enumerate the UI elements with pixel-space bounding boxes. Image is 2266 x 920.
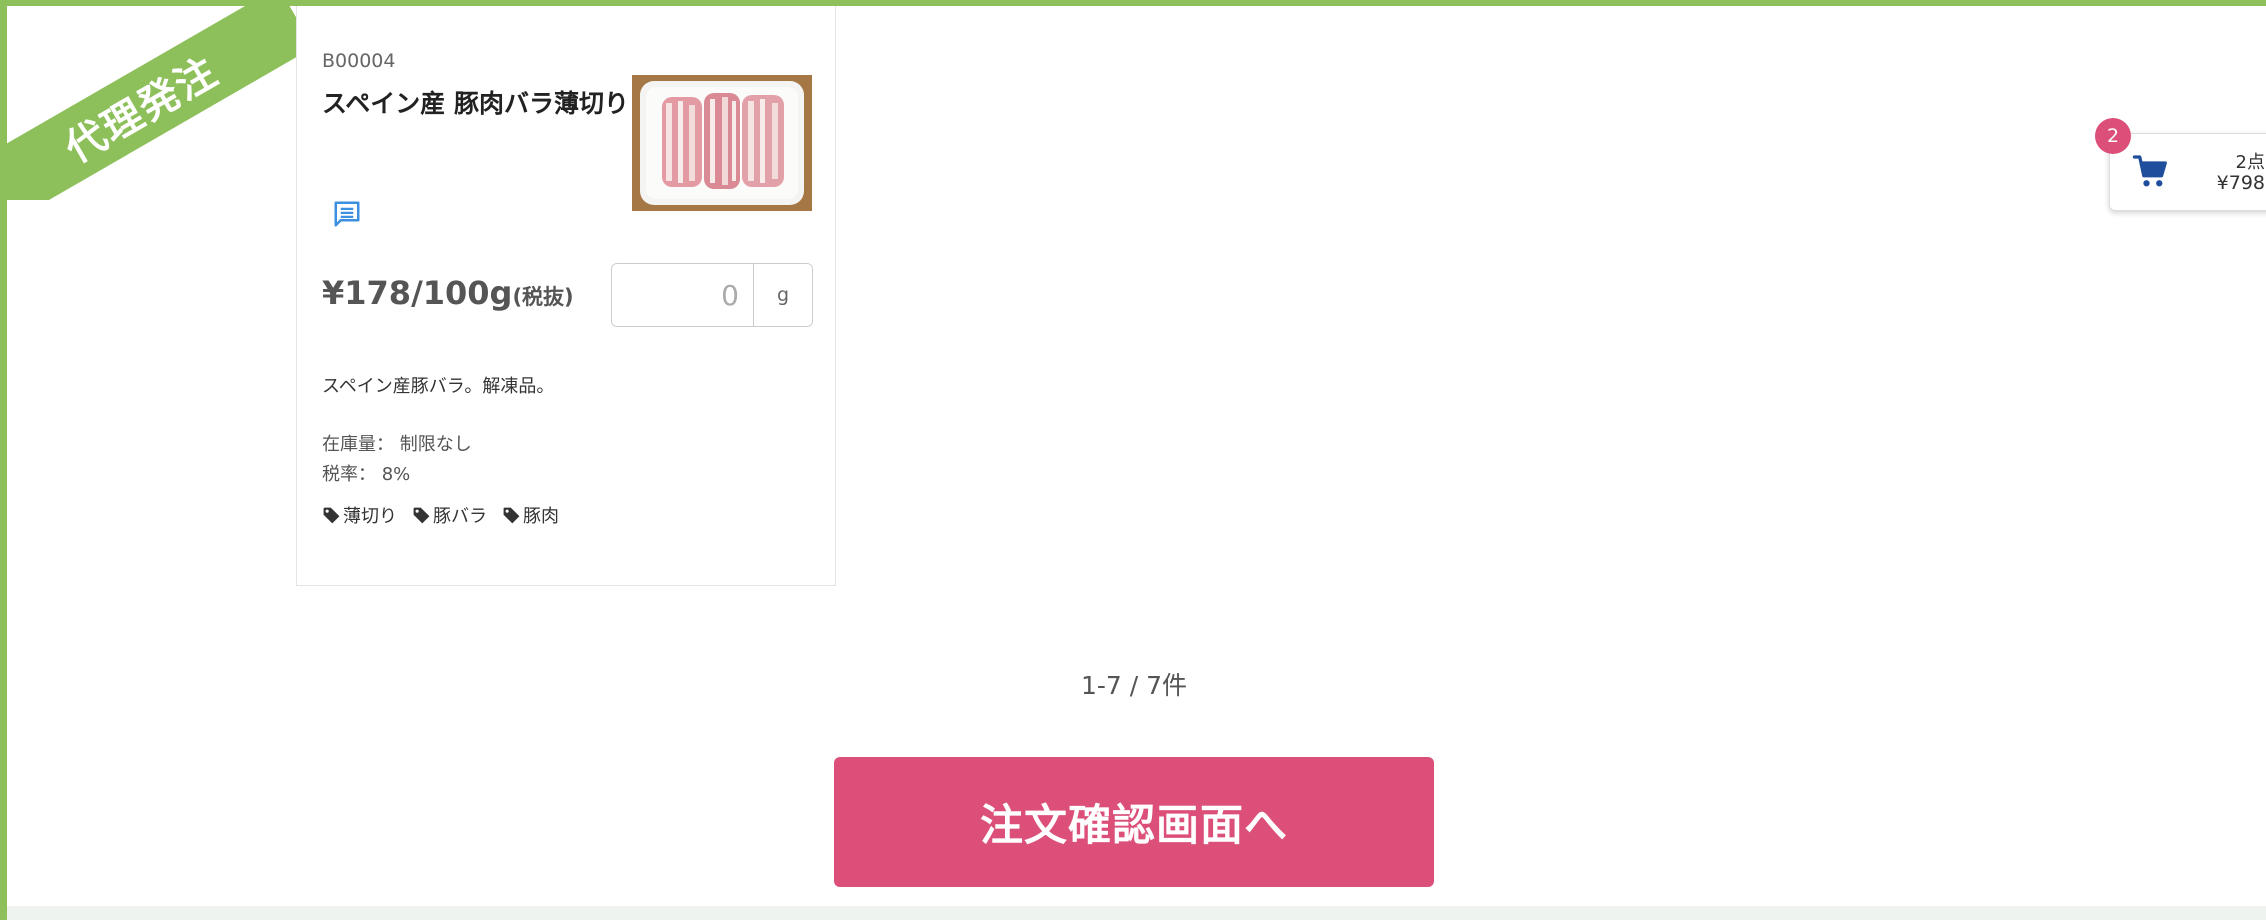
tag-label: 豚肉	[523, 506, 559, 527]
tag-icon	[413, 507, 430, 523]
cart-item-count: 2点	[2235, 152, 2265, 173]
comment-icon-graphic	[334, 201, 360, 227]
tax-rate: 税率： 8%	[322, 464, 411, 485]
order-confirm-button[interactable]: 注文確認画面へ	[834, 757, 1434, 887]
stock-amount: 在庫量： 制限なし	[322, 434, 472, 455]
product-description: スペイン産豚バラ。解凍品。	[322, 376, 555, 397]
quantity-unit: g	[754, 264, 812, 326]
cart-total: ¥798	[2216, 172, 2265, 194]
quantity-input[interactable]	[612, 264, 754, 326]
ribbon-container: 代理発注	[0, 0, 340, 200]
tag-label: 豚バラ	[433, 506, 487, 527]
tag-label: 薄切り	[343, 506, 397, 527]
tag-item[interactable]: 薄切り	[322, 502, 397, 528]
proxy-order-ribbon: 代理発注	[0, 0, 314, 200]
cart-icon-graphic	[2132, 155, 2167, 187]
comment-icon[interactable]	[332, 199, 362, 229]
product-card: B00004 スペイン産 豚肉バラ薄切り ¥178/100g(税抜) 0 g ス…	[296, 6, 836, 586]
product-image[interactable]	[632, 75, 812, 211]
price-main: ¥178/100g	[322, 274, 513, 312]
tag-list: 薄切り 豚バラ 豚肉	[322, 502, 559, 528]
cart-widget[interactable]: 2点 ¥798	[2109, 133, 2266, 211]
pagination-summary: 1-7 / 7件	[1081, 671, 1188, 700]
product-name[interactable]: スペイン産 豚肉バラ薄切り	[322, 84, 629, 120]
cart-badge: 2	[2095, 118, 2131, 154]
price-tax-note: (税抜)	[512, 285, 574, 309]
cart-icon	[2132, 154, 2170, 190]
tag-item[interactable]: 豚バラ	[412, 502, 487, 528]
product-price: ¥178/100g(税抜)	[322, 274, 574, 312]
quantity-group: g	[611, 263, 813, 327]
tag-icon	[503, 507, 520, 523]
footer-strip	[7, 906, 2266, 920]
tag-item[interactable]: 豚肉	[502, 502, 559, 528]
product-sku: B00004	[322, 50, 396, 72]
product-photo-illustration	[632, 75, 812, 211]
tag-icon	[323, 507, 340, 523]
